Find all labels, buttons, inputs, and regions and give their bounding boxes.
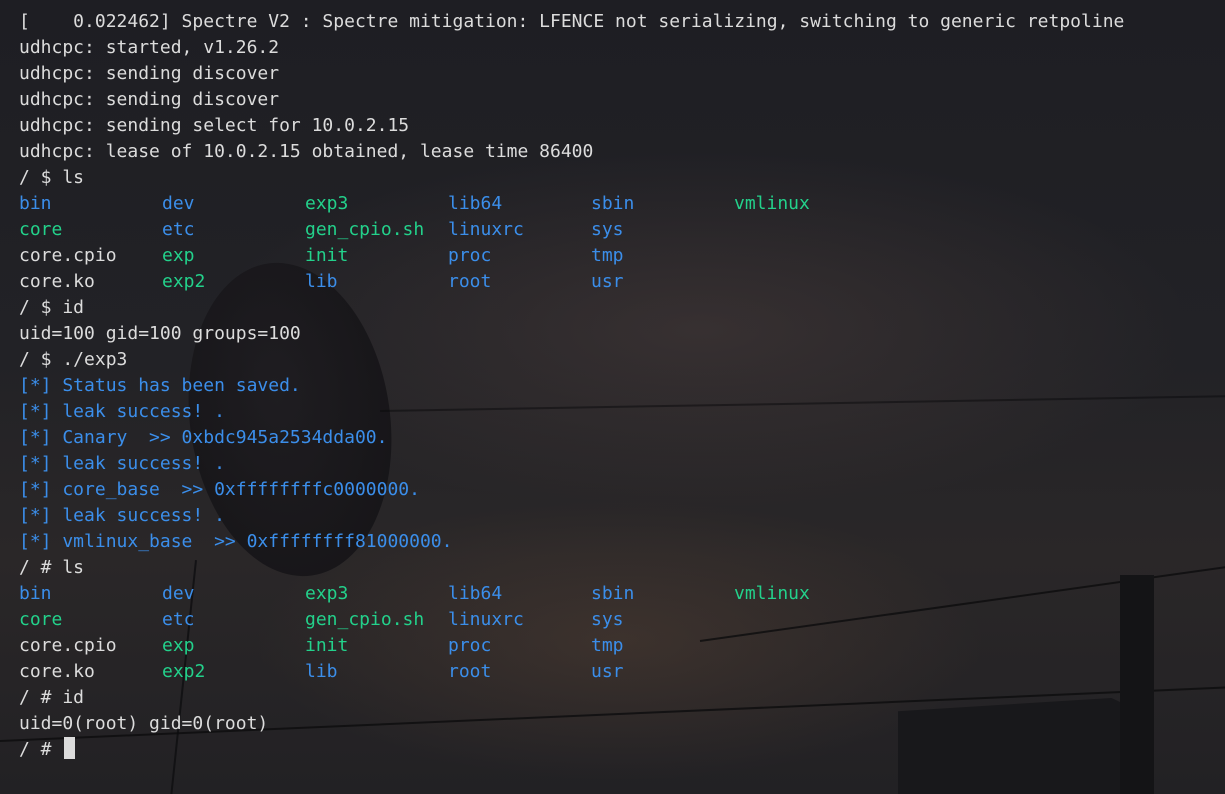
ls-entry-executable: exp (162, 635, 195, 656)
ls-entry-directory: sys (591, 609, 624, 630)
exploit-output-line: [*] vmlinux_base >> 0xffffffff81000000. (19, 531, 453, 552)
command-line: / # ls (19, 557, 85, 578)
ls-entry-directory: dev (162, 583, 195, 604)
ls-entry-regular: core.ko (19, 271, 95, 292)
boot-line: udhcpc: started, v1.26.2 (19, 37, 280, 58)
exploit-output-line: [*] leak success! . (19, 505, 225, 526)
ls-entry-executable: core (19, 219, 63, 240)
ls-entry-executable: exp3 (305, 193, 349, 214)
boot-line: udhcpc: sending discover (19, 63, 280, 84)
ls-entry-directory: usr (591, 271, 624, 292)
ls-entry-directory: tmp (591, 635, 624, 656)
ls-entry-directory: proc (448, 635, 492, 656)
ls-entry-executable: init (305, 245, 349, 266)
ls-row: core etc gen_cpio.sh linuxrc sys (19, 217, 1124, 243)
ls-entry-directory: lib64 (448, 193, 503, 214)
ls-entry-executable: exp2 (162, 271, 206, 292)
ls-row: core.ko exp2 lib root usr (19, 269, 1124, 295)
ls-entry-directory: root (448, 661, 492, 682)
ls-entry-directory: sbin (591, 583, 635, 604)
exploit-output-line: [*] leak success! . (19, 401, 225, 422)
ls-entry-directory: linuxrc (448, 219, 524, 240)
ls-entry-executable: exp3 (305, 583, 349, 604)
ls-listing: bin dev exp3 lib64 sbin vmlinux core etc gen_cpi… (19, 191, 1124, 295)
command-line: / $ ls (19, 167, 85, 188)
ls-entry-directory: etc (162, 609, 195, 630)
boot-line: udhcpc: sending discover (19, 89, 280, 110)
ls-entry-directory: tmp (591, 245, 624, 266)
ls-row: bin dev exp3 lib64 sbin vmlinux (19, 191, 1124, 217)
command-line: / $ ./exp3 (19, 349, 128, 370)
ls-entry-executable: init (305, 635, 349, 656)
ls-row: core.ko exp2 lib root usr (19, 659, 1124, 685)
wallpaper-pole (1120, 575, 1154, 794)
shell-prompt: / # (19, 739, 63, 760)
active-prompt-line[interactable]: / # (19, 737, 1124, 763)
ls-row: bin dev exp3 lib64 sbin vmlinux (19, 581, 1124, 607)
exploit-output-line: [*] core_base >> 0xffffffffc0000000. (19, 479, 420, 500)
ls-listing: bin dev exp3 lib64 sbin vmlinux core etc gen_cpi… (19, 581, 1124, 685)
boot-line: udhcpc: sending select for 10.0.2.15 (19, 115, 410, 136)
ls-entry-directory: lib64 (448, 583, 503, 604)
ls-entry-directory: sbin (591, 193, 635, 214)
text-cursor[interactable] (64, 737, 76, 759)
ls-entry-executable: gen_cpio.sh (305, 219, 425, 240)
ls-entry-directory: lib (305, 661, 338, 682)
ls-entry-executable: gen_cpio.sh (305, 609, 425, 630)
exploit-output-line: [*] leak success! . (19, 453, 225, 474)
ls-entry-directory: usr (591, 661, 624, 682)
terminal-output: [ 0.022462] Spectre V2 : Spectre mitigat… (19, 9, 1124, 763)
ls-entry-directory: sys (591, 219, 624, 240)
id-output: uid=0(root) gid=0(root) (19, 713, 269, 734)
command-line: / $ id (19, 297, 85, 318)
command-line: / # id (19, 687, 85, 708)
boot-line: [ 0.022462] Spectre V2 : Spectre mitigat… (19, 11, 1125, 32)
ls-entry-directory: linuxrc (448, 609, 524, 630)
ls-entry-directory: root (448, 271, 492, 292)
ls-entry-executable: exp2 (162, 661, 206, 682)
ls-entry-regular: core.cpio (19, 245, 117, 266)
ls-row: core.cpio exp init proc tmp (19, 633, 1124, 659)
ls-entry-directory: dev (162, 193, 195, 214)
exploit-output-line: [*] Status has been saved. (19, 375, 301, 396)
ls-entry-directory: bin (19, 583, 52, 604)
ls-entry-directory: lib (305, 271, 338, 292)
ls-entry-directory: etc (162, 219, 195, 240)
ls-entry-regular: core.ko (19, 661, 95, 682)
exploit-output-line: [*] Canary >> 0xbdc945a2534dda00. (19, 427, 388, 448)
ls-row: core.cpio exp init proc tmp (19, 243, 1124, 269)
ls-entry-directory: bin (19, 193, 52, 214)
ls-entry-executable: vmlinux (734, 193, 810, 214)
ls-row: core etc gen_cpio.sh linuxrc sys (19, 607, 1124, 633)
ls-entry-executable: exp (162, 245, 195, 266)
ls-entry-regular: core.cpio (19, 635, 117, 656)
terminal-window[interactable]: [ 0.022462] Spectre V2 : Spectre mitigat… (0, 0, 1225, 794)
boot-line: udhcpc: lease of 10.0.2.15 obtained, lea… (19, 141, 594, 162)
ls-entry-executable: vmlinux (734, 583, 810, 604)
ls-entry-directory: proc (448, 245, 492, 266)
id-output: uid=100 gid=100 groups=100 (19, 323, 301, 344)
ls-entry-executable: core (19, 609, 63, 630)
